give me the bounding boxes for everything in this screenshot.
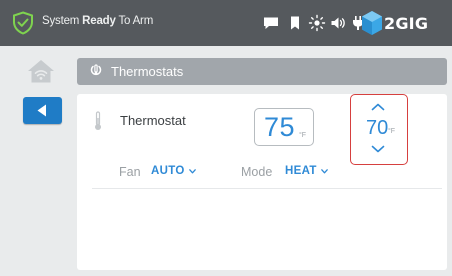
setpoint-temperature-unit: °F bbox=[388, 128, 396, 135]
status-suffix: To Arm bbox=[118, 15, 154, 27]
status-emphasis: Ready bbox=[82, 15, 116, 27]
hvac-mode-value: HEAT bbox=[285, 165, 317, 177]
current-temperature: 75 bbox=[264, 112, 296, 142]
fan-label: Fan bbox=[119, 165, 141, 179]
status-prefix: System bbox=[42, 15, 80, 27]
chevron-down-icon bbox=[320, 168, 328, 173]
brightness-icon[interactable] bbox=[308, 14, 326, 32]
brand-text: 2GIG bbox=[384, 13, 429, 33]
current-temperature-display: 75 °F bbox=[254, 108, 314, 146]
thermostat-icon bbox=[90, 64, 102, 76]
back-arrow-icon bbox=[37, 104, 46, 117]
mode-label: Mode bbox=[241, 165, 273, 179]
breadcrumb-label: Thermostats bbox=[111, 64, 184, 79]
breadcrumb: Thermostats bbox=[77, 58, 447, 85]
status-bar: System Ready To Arm 2GIG bbox=[0, 0, 452, 46]
chevron-up-icon[interactable] bbox=[371, 103, 385, 111]
message-icon[interactable] bbox=[262, 14, 280, 32]
home-wifi-icon[interactable] bbox=[27, 58, 55, 84]
bookmark-icon[interactable] bbox=[286, 14, 304, 32]
back-button[interactable] bbox=[23, 97, 62, 124]
hvac-mode-select[interactable]: HEAT bbox=[285, 165, 328, 177]
thermostat-card: Thermostat 75 °F 70 °F Fan AUTO Mode HEA… bbox=[77, 94, 447, 270]
chevron-down-icon bbox=[188, 168, 196, 173]
setpoint-temperature: 70 bbox=[366, 117, 389, 139]
volume-icon[interactable] bbox=[329, 14, 347, 32]
device-name: Thermostat bbox=[120, 113, 186, 128]
current-temperature-unit: °F bbox=[299, 132, 307, 139]
thermometer-icon bbox=[95, 111, 101, 130]
setpoint-control: 70 °F bbox=[350, 94, 408, 165]
fan-mode-value: AUTO bbox=[151, 165, 185, 177]
fan-mode-select[interactable]: AUTO bbox=[151, 165, 196, 177]
2gig-logo-icon bbox=[362, 11, 382, 35]
brand-logo: 2GIG bbox=[361, 9, 428, 37]
chevron-down-icon[interactable] bbox=[371, 145, 385, 153]
shield-check-icon[interactable] bbox=[12, 11, 34, 35]
system-status-text: System Ready To Arm bbox=[42, 15, 153, 27]
divider bbox=[92, 188, 442, 189]
